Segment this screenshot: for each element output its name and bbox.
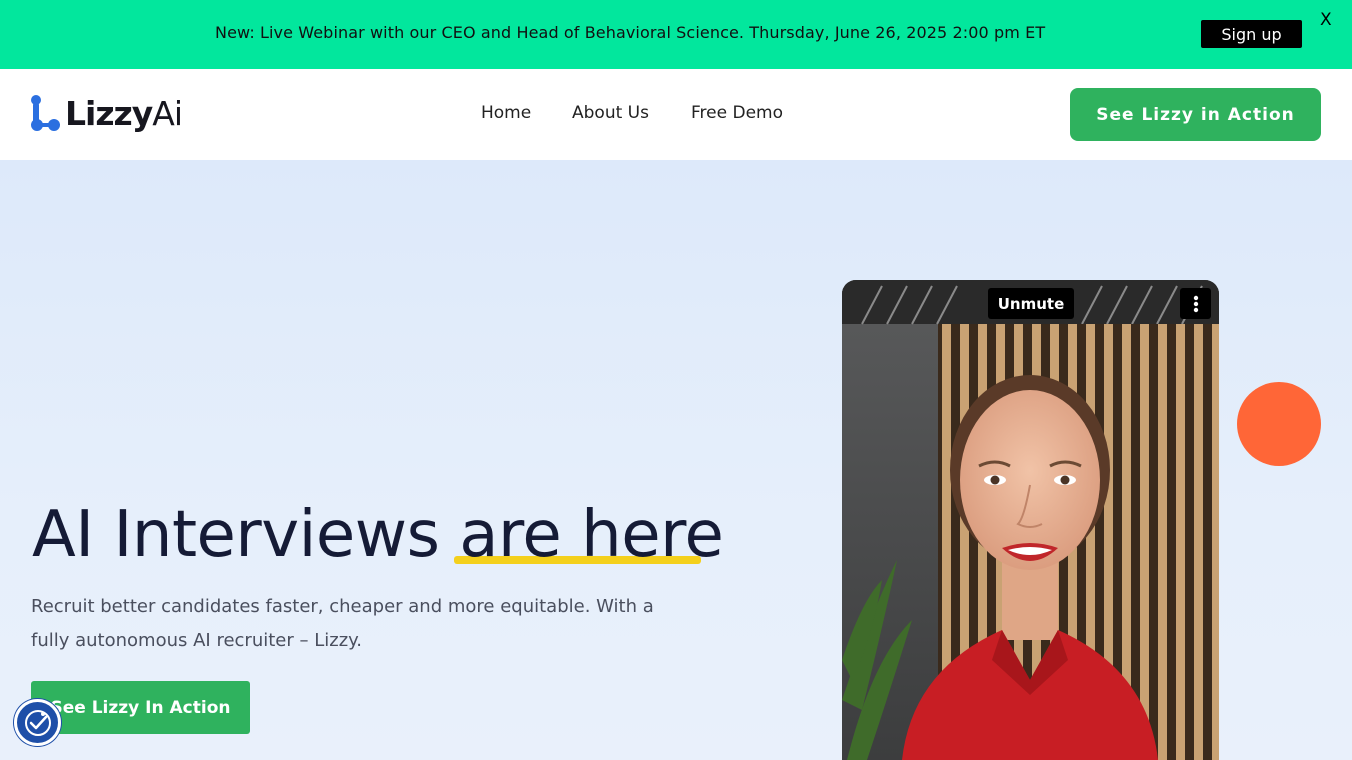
- banner-text: New: Live Webinar with our CEO and Head …: [215, 23, 1046, 42]
- headline-part-1: AI Interviews: [32, 498, 440, 572]
- logo-text-light: Ai: [152, 93, 183, 133]
- close-banner-button[interactable]: X: [1320, 10, 1332, 30]
- signup-button[interactable]: Sign up: [1201, 20, 1302, 48]
- unmute-button[interactable]: Unmute: [988, 288, 1074, 319]
- see-lizzy-in-action-button[interactable]: See Lizzy in Action: [1070, 88, 1321, 141]
- hero-subtext: Recruit better candidates faster, cheape…: [31, 596, 654, 651]
- hero-cta-button[interactable]: See Lizzy In Action: [31, 681, 250, 734]
- headline-part-2: are here: [459, 498, 724, 572]
- decorative-circle: [1237, 382, 1321, 466]
- nav-about-us[interactable]: About Us: [572, 103, 649, 123]
- logo[interactable]: Lizzy Ai: [30, 92, 183, 134]
- logo-wordmark: Lizzy Ai: [65, 93, 183, 133]
- hero-headline: AI Interviews are here: [32, 498, 724, 572]
- nav-free-demo[interactable]: Free Demo: [691, 103, 783, 123]
- logo-text-bold: Lizzy: [65, 93, 153, 133]
- logo-icon: [30, 92, 62, 134]
- accessibility-icon[interactable]: [14, 699, 61, 746]
- intro-video[interactable]: [842, 280, 1219, 760]
- kebab-icon[interactable]: [1180, 288, 1211, 319]
- video-frame: [842, 280, 1219, 760]
- nav-home[interactable]: Home: [481, 103, 531, 123]
